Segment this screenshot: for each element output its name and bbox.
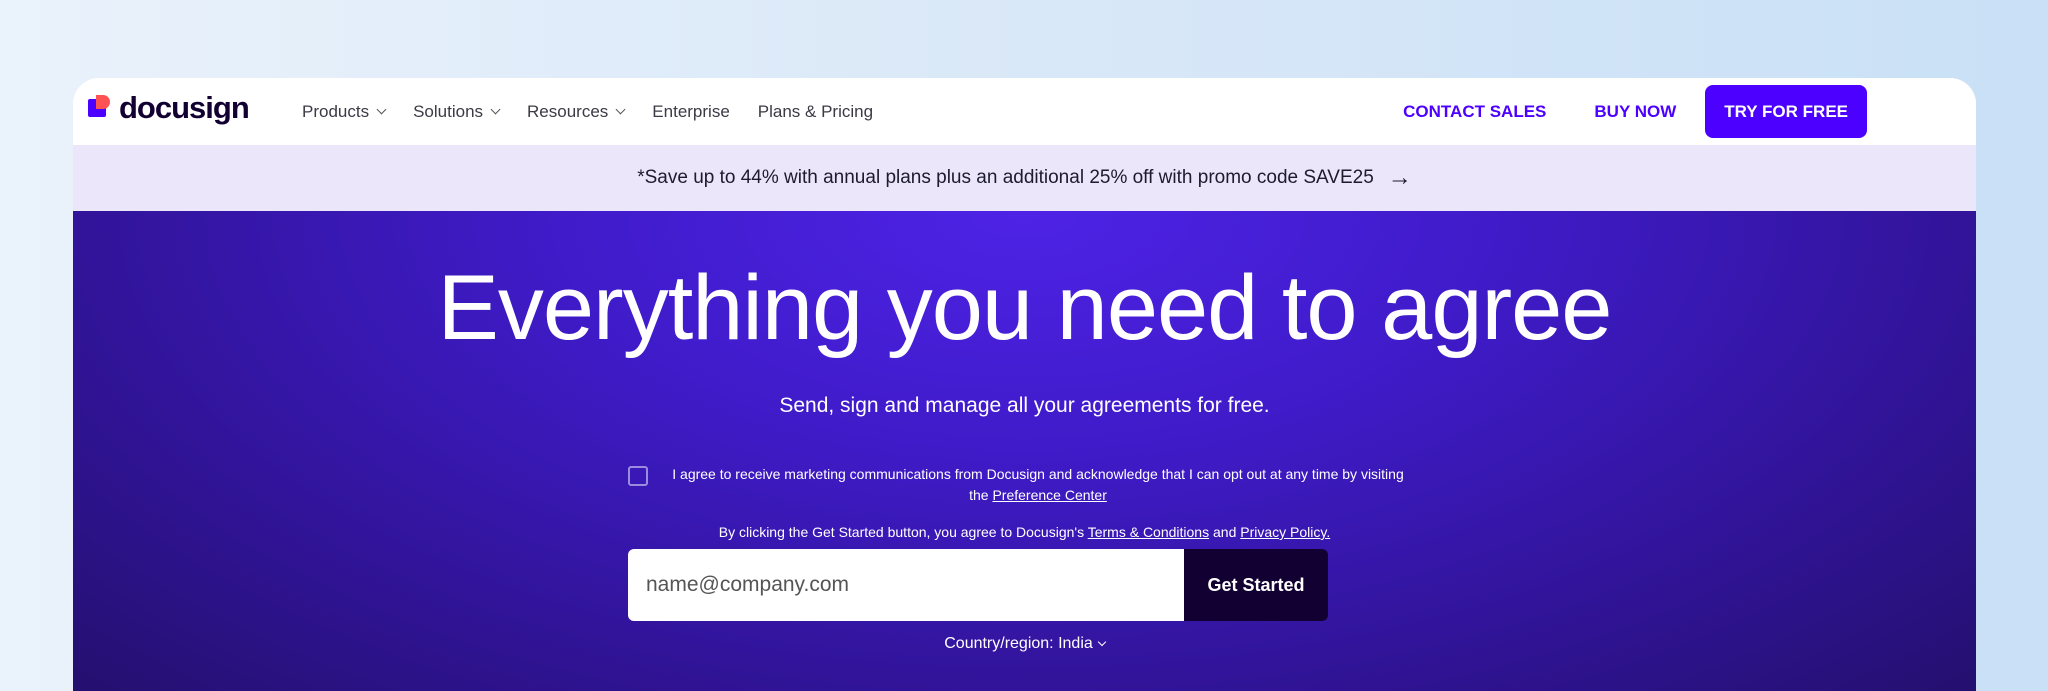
chevron-down-icon	[615, 104, 626, 115]
preference-center-link[interactable]: Preference Center	[992, 487, 1106, 503]
signup-form: Get Started	[628, 549, 1328, 621]
nav-enterprise-label: Enterprise	[652, 101, 730, 121]
nav-resources-label: Resources	[527, 101, 609, 121]
buy-now-link[interactable]: BUY NOW	[1594, 102, 1676, 122]
contact-sales-link[interactable]: CONTACT SALES	[1403, 102, 1546, 122]
nav-plans-pricing[interactable]: Plans & Pricing	[758, 102, 873, 122]
logo-mark-icon	[88, 95, 114, 121]
get-started-button[interactable]: Get Started	[1184, 549, 1328, 621]
terms-notice: By clicking the Get Started button, you …	[73, 524, 1976, 540]
country-selector[interactable]: Country/region: India	[73, 635, 1976, 653]
nav-enterprise[interactable]: Enterprise	[652, 102, 729, 122]
nav-plans-pricing-label: Plans & Pricing	[757, 101, 874, 121]
hero-subtitle: Send, sign and manage all your agreement…	[779, 394, 1270, 417]
privacy-policy-link[interactable]: Privacy Policy.	[1240, 524, 1330, 540]
hero-title: Everything you need to agree	[437, 257, 1613, 359]
top-nav: docusign Products Solutions Resources En…	[73, 78, 1976, 145]
chevron-down-icon	[376, 104, 387, 115]
nav-resources[interactable]: Resources	[527, 101, 626, 122]
nav-products[interactable]: Products	[302, 101, 387, 122]
arrow-right-icon: →	[1387, 164, 1412, 191]
promo-text: *Save up to 44% with annual plans plus a…	[637, 167, 1374, 188]
terms-and-text: and	[1209, 524, 1241, 540]
browser-frame: docusign Products Solutions Resources En…	[73, 78, 1976, 691]
terms-conditions-link[interactable]: Terms & Conditions	[1088, 524, 1209, 540]
nav-solutions[interactable]: Solutions	[413, 101, 501, 122]
nav-solutions-label: Solutions	[413, 101, 484, 121]
email-input[interactable]	[628, 549, 1184, 621]
terms-text: By clicking the Get Started button, you …	[718, 524, 1088, 540]
chevron-down-icon	[490, 104, 501, 115]
country-label: Country/region: India	[944, 635, 1093, 652]
marketing-consent-checkbox[interactable]	[628, 466, 648, 486]
try-for-free-button[interactable]: TRY FOR FREE	[1705, 85, 1867, 138]
chevron-down-icon	[1097, 637, 1107, 647]
nav-links: Products Solutions Resources Enterprise …	[302, 78, 901, 145]
nav-products-label: Products	[302, 101, 370, 121]
logo-text: docusign	[119, 90, 250, 125]
consent-text: I agree to receive marketing communicati…	[668, 464, 1408, 506]
nav-actions: CONTACT SALES BUY NOW TRY FOR FREE	[1355, 78, 1867, 145]
hero-section: Everything you need to agree Send, sign …	[73, 211, 1976, 691]
promo-banner[interactable]: *Save up to 44% with annual plans plus a…	[73, 145, 1976, 211]
marketing-consent: I agree to receive marketing communicati…	[628, 464, 1408, 506]
docusign-logo[interactable]: docusign	[88, 88, 250, 128]
